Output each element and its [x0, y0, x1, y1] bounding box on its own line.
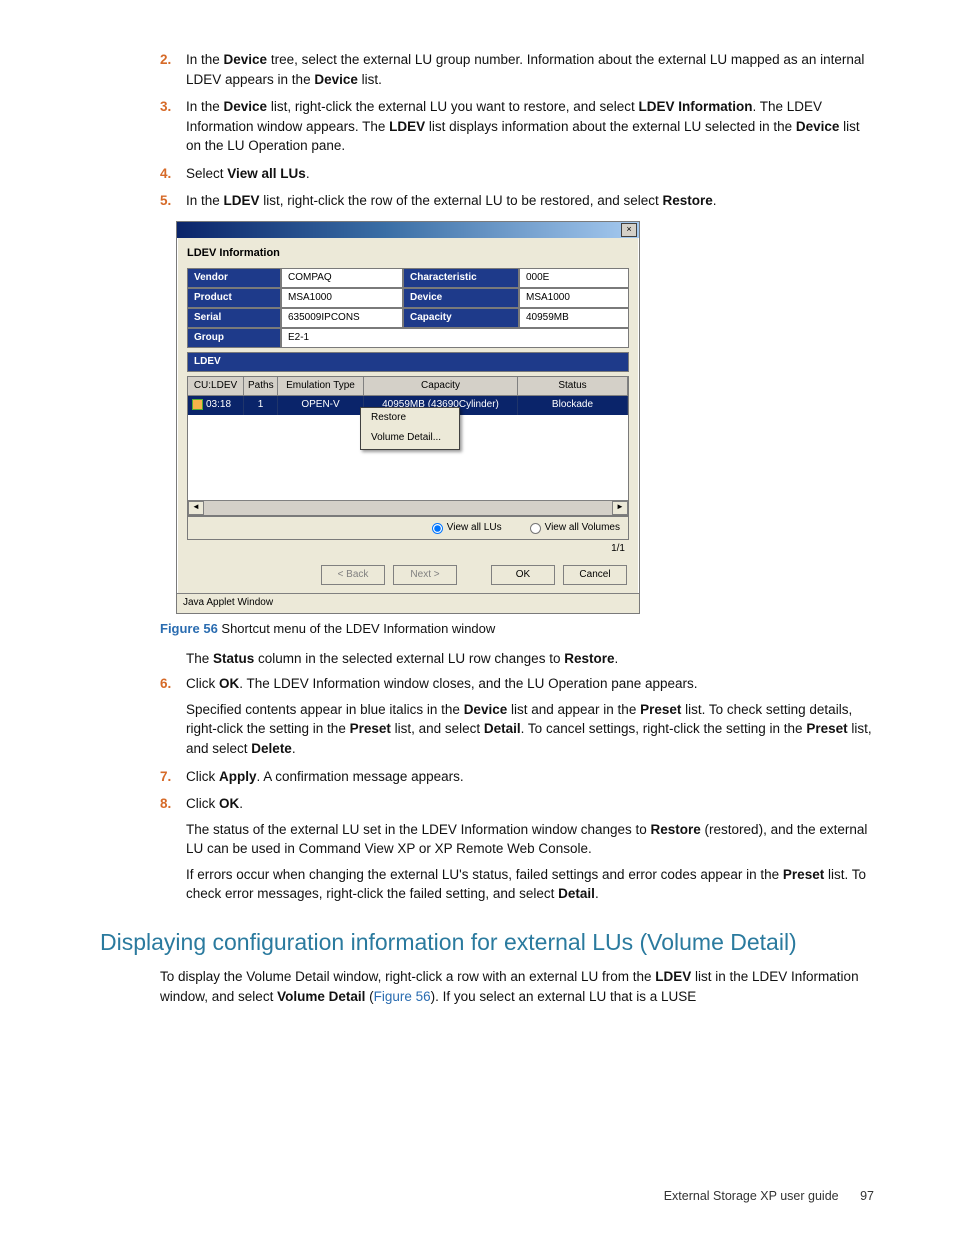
- status-change-note: The Status column in the selected extern…: [186, 649, 874, 669]
- step-6-followup: Specified contents appear in blue italic…: [186, 700, 874, 759]
- step-number: 7.: [160, 767, 171, 787]
- group-label: Group: [187, 328, 281, 348]
- step-4-text: Select View all LUs.: [186, 166, 310, 181]
- view-options: View all LUs View all Volumes: [187, 516, 629, 541]
- context-menu: Restore Volume Detail...: [360, 407, 460, 450]
- group-value: E2-1: [281, 328, 629, 348]
- step-7: 7. Click Apply. A confirmation message a…: [160, 767, 874, 787]
- section-intro: To display the Volume Detail window, rig…: [160, 967, 874, 1006]
- cell-emulation: OPEN-V: [278, 396, 364, 415]
- col-paths[interactable]: Paths: [244, 377, 278, 397]
- product-label: Product: [187, 288, 281, 308]
- page-footer: External Storage XP user guide 97: [664, 1187, 874, 1205]
- figure-caption: Figure 56 Shortcut menu of the LDEV Info…: [160, 620, 874, 639]
- step-8-followup-b: If errors occur when changing the extern…: [186, 865, 874, 904]
- info-grid: Vendor COMPAQ Characteristic 000E Produc…: [187, 268, 629, 348]
- step-number: 4.: [160, 164, 171, 184]
- device-label: Device: [403, 288, 519, 308]
- radio-vols-input[interactable]: [530, 523, 541, 534]
- characteristic-label: Characteristic: [403, 268, 519, 288]
- radio-lus-input[interactable]: [432, 523, 443, 534]
- col-status[interactable]: Status: [518, 377, 628, 397]
- ldev-information-window: × LDEV Information Vendor COMPAQ Charact…: [176, 221, 640, 614]
- next-button[interactable]: Next >: [393, 565, 457, 586]
- step-2-text: In the Device tree, select the external …: [186, 52, 864, 87]
- step-number: 8.: [160, 794, 171, 814]
- step-6: 6. Click OK. The LDEV Information window…: [160, 674, 874, 758]
- col-culdev[interactable]: CU:LDEV: [188, 377, 244, 397]
- step-3: 3. In the Device list, right-click the e…: [160, 97, 874, 156]
- cell-culdev: 03:18: [188, 396, 244, 415]
- vendor-value: COMPAQ: [281, 268, 403, 288]
- cell-status: Blockade: [518, 396, 628, 415]
- volume-icon: [192, 399, 203, 410]
- statusbar: Java Applet Window: [177, 593, 639, 613]
- figure-number: Figure 56: [160, 621, 218, 636]
- col-emulation[interactable]: Emulation Type: [278, 377, 364, 397]
- step-2: 2. In the Device tree, select the extern…: [160, 50, 874, 89]
- serial-value: 635009IPCONS: [281, 308, 403, 328]
- step-number: 2.: [160, 50, 171, 70]
- serial-label: Serial: [187, 308, 281, 328]
- step-5: 5. In the LDEV list, right-click the row…: [160, 191, 874, 211]
- characteristic-value: 000E: [519, 268, 629, 288]
- step-8-followup-a: The status of the external LU set in the…: [186, 820, 874, 859]
- menu-volume-detail[interactable]: Volume Detail...: [361, 428, 459, 449]
- step-5-text: In the LDEV list, right-click the row of…: [186, 193, 717, 208]
- ok-button[interactable]: OK: [491, 565, 555, 586]
- titlebar: ×: [177, 222, 639, 238]
- page-indicator: 1/1: [187, 540, 629, 561]
- menu-restore[interactable]: Restore: [361, 408, 459, 429]
- button-row: < Back Next > OK Cancel: [187, 561, 629, 588]
- step-4: 4. Select View all LUs.: [160, 164, 874, 184]
- cell-paths: 1: [244, 396, 278, 415]
- table-header: CU:LDEV Paths Emulation Type Capacity St…: [188, 377, 628, 397]
- step-8-text: Click OK.: [186, 796, 243, 811]
- col-capacity[interactable]: Capacity: [364, 377, 518, 397]
- step-3-text: In the Device list, right-click the exte…: [186, 99, 860, 153]
- h-scrollbar[interactable]: ◄ ►: [188, 500, 628, 515]
- window-header: LDEV Information: [187, 246, 629, 262]
- section-heading: Displaying configuration information for…: [100, 926, 874, 959]
- close-icon[interactable]: ×: [621, 223, 637, 237]
- scroll-left-icon[interactable]: ◄: [188, 501, 204, 515]
- scroll-right-icon[interactable]: ►: [612, 501, 628, 515]
- page-number: 97: [860, 1189, 874, 1203]
- step-number: 5.: [160, 191, 171, 211]
- step-6-text: Click OK. The LDEV Information window cl…: [186, 676, 698, 691]
- vendor-label: Vendor: [187, 268, 281, 288]
- back-button[interactable]: < Back: [321, 565, 385, 586]
- step-number: 6.: [160, 674, 171, 694]
- cancel-button[interactable]: Cancel: [563, 565, 627, 586]
- ldev-table: CU:LDEV Paths Emulation Type Capacity St…: [187, 376, 629, 516]
- step-8: 8. Click OK. The status of the external …: [160, 794, 874, 904]
- capacity-label: Capacity: [403, 308, 519, 328]
- radio-view-all-lus[interactable]: View all LUs: [432, 521, 502, 536]
- capacity-value: 40959MB: [519, 308, 629, 328]
- device-value: MSA1000: [519, 288, 629, 308]
- ldev-label: LDEV: [187, 352, 629, 372]
- step-7-text: Click Apply. A confirmation message appe…: [186, 769, 464, 784]
- figure-link[interactable]: Figure 56: [374, 989, 431, 1004]
- radio-view-all-volumes[interactable]: View all Volumes: [530, 521, 620, 536]
- footer-title: External Storage XP user guide: [664, 1189, 839, 1203]
- product-value: MSA1000: [281, 288, 403, 308]
- step-number: 3.: [160, 97, 171, 117]
